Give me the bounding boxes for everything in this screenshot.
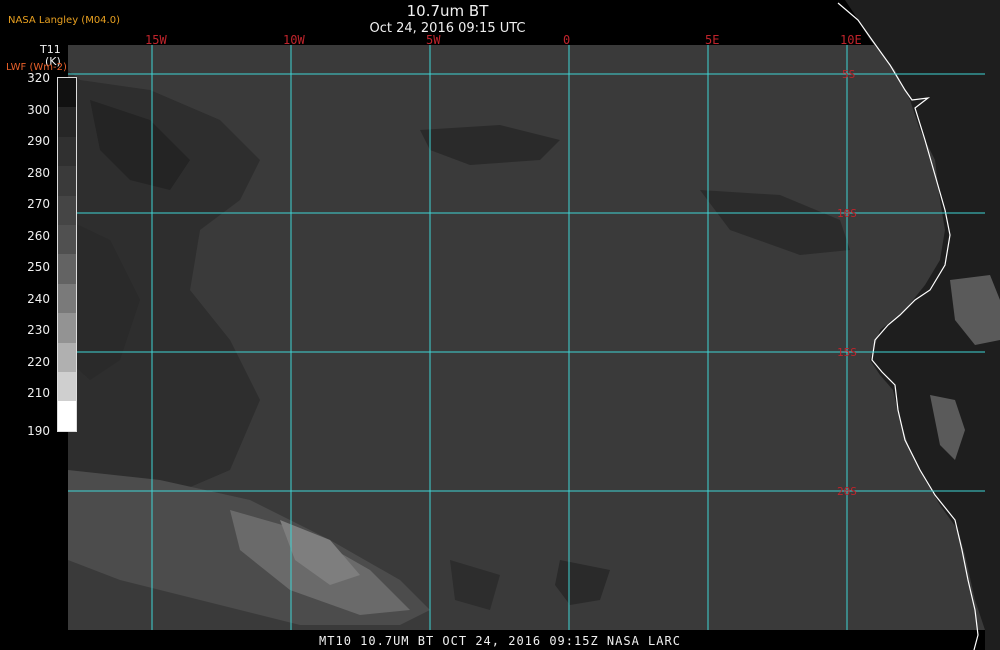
colorbar-segment xyxy=(58,225,76,255)
colorbar-tick-label: 270 xyxy=(27,197,50,212)
colorbar-tick-label: 250 xyxy=(27,260,50,275)
colorbar-tick-label: 190 xyxy=(27,424,50,438)
colorbar-tick-label: 210 xyxy=(27,386,50,401)
colorbar-segment xyxy=(58,342,76,373)
colorbar-segment xyxy=(58,136,76,167)
colorbar-segment xyxy=(58,195,76,226)
colorbar-tick-label: 290 xyxy=(27,134,50,149)
colorbar-segment xyxy=(58,313,76,343)
lat-label-10s: 10S xyxy=(837,207,857,220)
colorbar-tick-label: 260 xyxy=(27,228,50,243)
colorbar-segment xyxy=(58,401,76,431)
colorbar-segment xyxy=(58,107,76,137)
image-title: 10.7um BT xyxy=(406,2,489,20)
image-timestamp: Oct 24, 2016 09:15 UTC xyxy=(369,21,526,36)
colorbar-segment xyxy=(58,166,76,196)
lat-label-15s: 15S xyxy=(837,346,857,359)
colorbar xyxy=(57,77,77,432)
footer-caption: MT10 10.7UM BT OCT 24, 2016 09:15Z NASA … xyxy=(319,634,681,648)
colorbar-tick-label: 320 xyxy=(27,71,50,85)
colorbar-segment xyxy=(58,78,76,108)
colorbar-tick-label: 220 xyxy=(27,354,50,369)
colorbar-tick-label: 300 xyxy=(27,102,50,117)
colorbar-segment xyxy=(58,254,76,284)
colorbar-segment xyxy=(58,372,76,402)
satellite-map: 15W 10W 5W 0 5E 10E 5S 10S 15S 20S xyxy=(68,0,1000,650)
colorbar-segment xyxy=(58,283,76,314)
colorbar-tick-label: 240 xyxy=(27,291,50,306)
colorbar-tick-label: 280 xyxy=(27,165,50,180)
colorbar-tick-label: 230 xyxy=(27,323,50,338)
lat-label-5s: 5S xyxy=(842,68,855,81)
lat-label-20s: 20S xyxy=(837,485,857,498)
